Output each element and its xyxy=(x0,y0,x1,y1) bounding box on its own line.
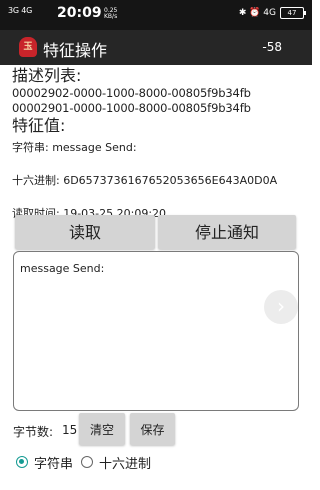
radio-string-label[interactable]: 字符串 xyxy=(34,453,73,472)
status-bar: 3G 4G 20:09 0.25 KB/s ✱ ⏰ 4G 47 xyxy=(0,0,312,30)
app-logo-icon: 玉 xyxy=(19,37,37,57)
radio-hex-label[interactable]: 十六进制 xyxy=(99,453,151,472)
descriptor-uuid: 00002901-0000-1000-8000-00805f9b34fb xyxy=(12,101,251,115)
save-button[interactable]: 保存 xyxy=(130,413,175,445)
byte-count-value: 15 xyxy=(62,423,78,437)
bluetooth-alarm-signal-icons: ✱ ⏰ 4G xyxy=(238,8,276,18)
page-title: 特征操作 xyxy=(43,41,108,60)
network-indicator: 3G 4G xyxy=(8,6,33,15)
descriptor-uuid: 00002902-0000-1000-8000-00805f9b34fb xyxy=(12,86,251,100)
log-text: message Send: xyxy=(20,262,105,275)
radio-string[interactable] xyxy=(16,456,28,468)
status-icons: ✱ ⏰ 4G 47 xyxy=(238,7,306,19)
read-button[interactable]: 读取 xyxy=(15,215,155,249)
clear-button[interactable]: 清空 xyxy=(79,413,125,445)
rssi-value: -58 xyxy=(262,40,282,54)
string-value: 字符串: message Send: xyxy=(12,141,137,154)
log-textarea[interactable]: message Send: xyxy=(13,251,299,411)
characteristic-info: 描述列表: 00002902-0000-1000-8000-00805f9b34… xyxy=(12,66,302,221)
descriptor-heading: 描述列表: xyxy=(12,66,82,85)
hex-value: 十六进制: 6D6573736167652053656E643A0D0A xyxy=(12,174,278,187)
app-bar: 玉 特征操作 -58 xyxy=(0,30,312,65)
characteristic-heading: 特征值: xyxy=(12,116,66,135)
byte-count-label: 字节数: xyxy=(13,425,54,439)
status-time: 20:09 xyxy=(57,5,102,21)
display-mode-group: 字符串 十六进制 xyxy=(16,452,151,472)
chevron-right-icon[interactable]: › xyxy=(264,290,298,324)
network-speed: 0.25 KB/s xyxy=(104,7,118,20)
radio-hex[interactable] xyxy=(81,456,94,468)
battery-icon: 47 xyxy=(280,7,306,19)
stop-notify-button[interactable]: 停止通知 xyxy=(158,215,296,249)
